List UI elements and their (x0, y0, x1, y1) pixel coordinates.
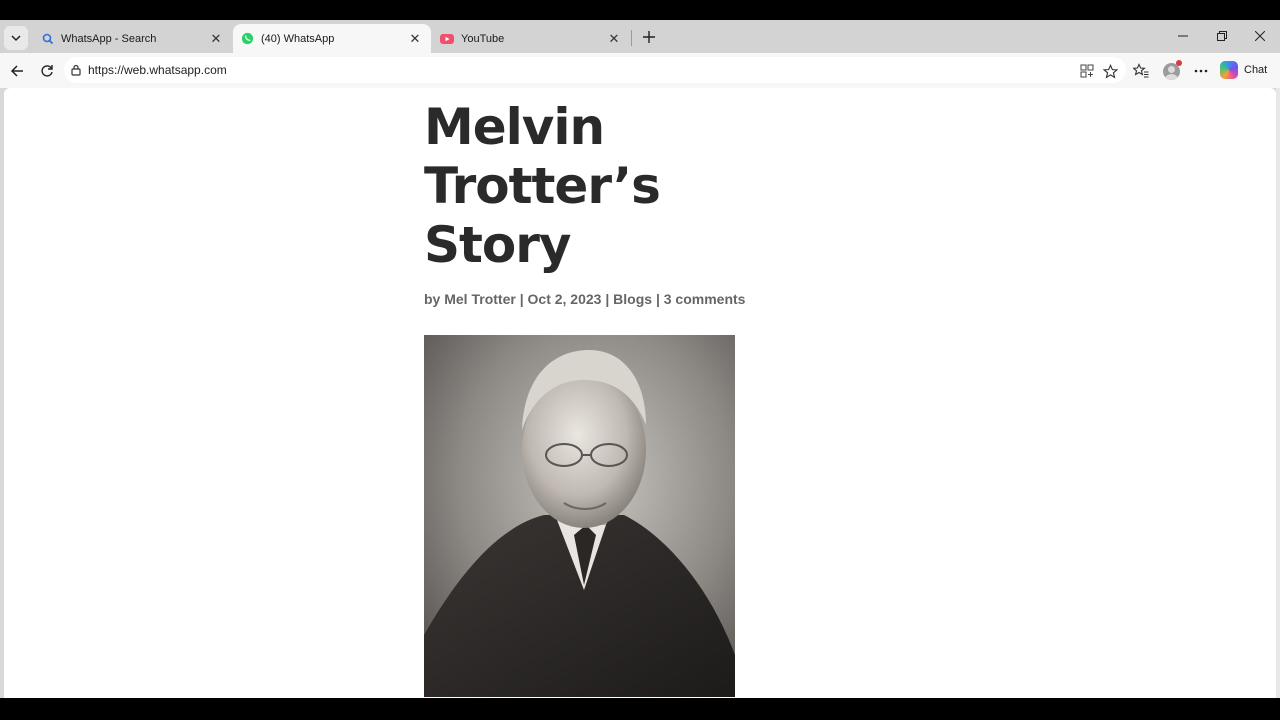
restore-button[interactable] (1209, 25, 1235, 47)
star-icon (1102, 63, 1118, 78)
article-meta: by Mel Trotter | Oct 2, 2023 | Blogs | 3… (424, 291, 745, 307)
close-icon[interactable]: ✕ (208, 31, 224, 47)
refresh-icon (41, 65, 53, 77)
chat-label: Chat (1244, 64, 1268, 76)
tab-label: YouTube (461, 32, 505, 45)
byline-prefix: by (424, 291, 441, 307)
app-available-button[interactable] (1078, 62, 1096, 80)
tab-youtube[interactable]: YouTube ✕ (432, 24, 630, 53)
profile-button[interactable] (1159, 59, 1183, 83)
page-scrollbar[interactable] (1276, 88, 1280, 698)
settings-more-button[interactable] (1189, 59, 1213, 83)
meta-separator: | (519, 291, 524, 307)
title-line: Story (424, 216, 572, 274)
page-content: Melvin Trotter’s Story by Mel Trotter | … (4, 88, 1276, 698)
copilot-icon (1220, 61, 1238, 79)
tab-separator (631, 30, 632, 46)
tab-whatsapp[interactable]: (40) WhatsApp ✕ (233, 24, 431, 53)
article-title: Melvin Trotter’s Story (424, 98, 724, 275)
back-arrow-icon (10, 65, 23, 77)
browser-window: WhatsApp - Search ✕ (40) WhatsApp ✕ YouT… (0, 20, 1280, 698)
back-button[interactable] (4, 58, 30, 84)
copilot-chat-button[interactable]: Chat (1220, 58, 1267, 82)
portrait-image (424, 335, 735, 697)
author-link[interactable]: Mel Trotter (444, 291, 516, 307)
more-horizontal-icon (1194, 69, 1208, 73)
chevron-down-icon (11, 35, 21, 42)
portrait-photo (424, 335, 735, 697)
close-icon[interactable]: ✕ (407, 31, 423, 47)
tab-strip: WhatsApp - Search ✕ (40) WhatsApp ✕ YouT… (0, 20, 1280, 53)
close-icon (1255, 31, 1265, 41)
comments-link[interactable]: 3 comments (664, 291, 746, 307)
meta-separator: | (605, 291, 610, 307)
new-tab-button[interactable] (638, 26, 660, 48)
title-line: Melvin (424, 98, 605, 156)
url-text: https://web.whatsapp.com (88, 63, 227, 77)
meta-separator: | (655, 291, 660, 307)
address-bar[interactable]: https://web.whatsapp.com (64, 57, 1126, 83)
refresh-button[interactable] (34, 58, 60, 84)
tab-actions-menu-button[interactable] (4, 26, 28, 50)
notification-dot (1176, 60, 1182, 66)
category-link[interactable]: Blogs (613, 291, 652, 307)
search-icon (42, 33, 54, 44)
youtube-icon (440, 33, 454, 44)
close-icon[interactable]: ✕ (606, 31, 622, 47)
minimize-icon (1178, 35, 1188, 37)
tab-whatsapp-search[interactable]: WhatsApp - Search ✕ (34, 24, 232, 53)
lock-icon (71, 64, 81, 76)
address-toolbar: https://web.whatsapp.com Chat (0, 53, 1280, 88)
favorites-button[interactable] (1129, 59, 1153, 83)
tab-label: WhatsApp - Search (61, 32, 157, 45)
restore-icon (1217, 31, 1227, 41)
apps-icon (1080, 64, 1094, 78)
favorites-list-icon (1133, 63, 1149, 78)
post-date: Oct 2, 2023 (527, 291, 602, 307)
close-window-button[interactable] (1247, 25, 1273, 47)
favorite-button[interactable] (1101, 62, 1119, 80)
whatsapp-icon (241, 32, 254, 45)
title-line: Trotter’s (424, 157, 661, 215)
tab-label: (40) WhatsApp (261, 32, 335, 45)
minimize-button[interactable] (1170, 25, 1196, 47)
plus-icon (643, 31, 655, 43)
